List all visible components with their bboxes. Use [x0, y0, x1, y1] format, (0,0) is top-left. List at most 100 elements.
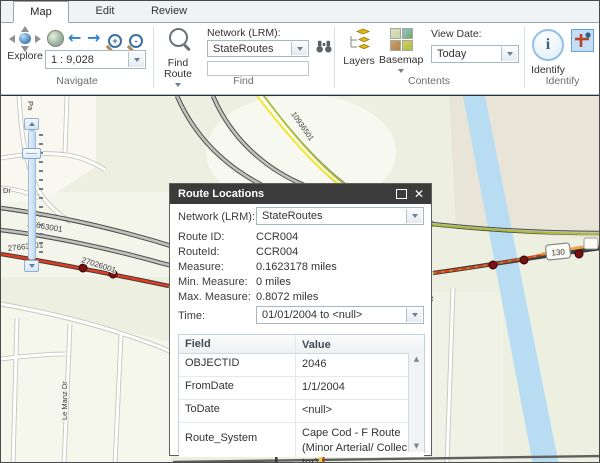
table-row[interactable]: ToDate <null> — [179, 400, 424, 423]
attributes-table: Field Value OBJECTID 2046 FromDate 1/1/2… — [178, 334, 425, 453]
zoom-slider-up-button[interactable] — [24, 118, 39, 130]
layers-button[interactable]: Layers — [341, 28, 377, 67]
route-id-label: Route ID: — [178, 231, 224, 243]
route-location-icon — [572, 30, 593, 51]
max-measure-label: Max. Measure: — [178, 291, 251, 303]
dialog-network-dropdown[interactable]: StateRoutes — [256, 207, 424, 225]
measure-value: 0.1623178 miles — [256, 261, 337, 273]
route-id-value: CCR004 — [256, 231, 298, 243]
globe-icon — [47, 30, 64, 47]
tab-edit[interactable]: Edit — [77, 1, 133, 22]
street-label: Pa — [26, 101, 35, 111]
route-shield-label: 130 — [551, 247, 566, 257]
ribbon: Explore ← → + - 1 : 9,028 Navigate Find … — [1, 23, 599, 95]
view-date-dropdown-button[interactable] — [501, 47, 517, 61]
street-label: Le Manz Dr — [60, 381, 69, 420]
basemap-button[interactable]: Basemap — [379, 28, 423, 73]
navigate-group-label: Navigate — [1, 75, 153, 89]
network-dropdown-button[interactable] — [291, 42, 307, 55]
chevron-down-icon — [412, 313, 418, 317]
min-measure-value: 0 miles — [256, 276, 291, 288]
find-route-input[interactable] — [207, 61, 309, 76]
time-dropdown[interactable]: 01/01/2004 to <null> — [256, 306, 424, 324]
routeid-value: CCR004 — [256, 246, 298, 258]
scroll-down-icon[interactable]: ▼ — [409, 442, 424, 450]
view-date-dropdown[interactable]: Today — [431, 45, 519, 63]
field-cell: ToDate — [179, 400, 296, 422]
table-row[interactable]: FromDate 1/1/2004 — [179, 377, 424, 400]
zoom-in-icon: + — [108, 34, 122, 48]
min-measure-label: Min. Measure: — [178, 276, 248, 288]
routeid-label: RouteId: — [178, 246, 220, 258]
maximize-icon[interactable] — [396, 189, 407, 199]
route-shield: 130 — [545, 243, 570, 260]
tab-map[interactable]: Map — [13, 1, 69, 23]
street-label: Dr — [3, 186, 11, 195]
value-cell: <null> — [296, 400, 409, 422]
event-editor-window: Map Edit Review Explore ← → + - 1 : 9,02… — [0, 0, 600, 463]
time-value: 01/01/2004 to <null> — [262, 307, 362, 323]
chevron-down-icon — [29, 264, 35, 268]
contents-group-label: Contents — [334, 75, 524, 89]
search-binoculars-button[interactable] — [315, 38, 333, 61]
dialog-network-dropdown-button[interactable] — [406, 209, 422, 223]
time-label: Time: — [178, 310, 205, 322]
layers-label: Layers — [341, 56, 377, 67]
find-group-label: Find — [153, 75, 334, 89]
identify-group-label: Identify — [524, 75, 600, 89]
binoculars-icon — [315, 38, 333, 56]
max-measure-value: 0.8072 miles — [256, 291, 318, 303]
scale-value: 1 : 9,028 — [51, 51, 94, 68]
full-extent-button[interactable] — [47, 30, 64, 52]
value-cell: 1/1/2004 — [296, 377, 409, 399]
identify-icon: i — [532, 29, 564, 61]
chevron-down-icon — [398, 69, 404, 73]
basemap-icon — [390, 28, 413, 51]
zoom-slider-handle[interactable] — [22, 148, 41, 159]
explore-button[interactable]: Explore — [5, 27, 45, 62]
time-dropdown-button[interactable] — [406, 308, 422, 322]
network-lrm-dropdown[interactable]: StateRoutes — [207, 40, 309, 57]
basemap-label: Basemap — [379, 55, 423, 66]
zoom-slider-down-button[interactable] — [24, 260, 39, 272]
ribbon-tab-bar: Map Edit Review — [1, 1, 599, 23]
identify-button[interactable]: i Identify — [529, 29, 567, 76]
table-scrollbar[interactable]: ▲ ▼ — [408, 353, 424, 452]
tab-review[interactable]: Review — [141, 1, 197, 22]
chevron-down-icon — [134, 58, 140, 62]
scroll-up-icon[interactable]: ▲ — [409, 355, 424, 363]
network-lrm-value: StateRoutes — [213, 41, 274, 56]
chevron-down-icon — [507, 52, 513, 56]
layers-icon — [347, 28, 372, 51]
identify-route-location-tool-selected[interactable] — [571, 29, 594, 52]
dialog-network-value: StateRoutes — [262, 208, 323, 224]
network-lrm-label: Network (LRM): — [207, 27, 281, 39]
find-route-icon — [169, 28, 188, 47]
value-cell: 2046 — [296, 354, 409, 376]
view-date-value: Today — [437, 46, 466, 62]
route-shield-blank — [584, 238, 598, 249]
close-icon[interactable]: ✕ — [414, 184, 424, 204]
scale-combobox[interactable]: 1 : 9,028 — [45, 50, 146, 69]
next-extent-button[interactable]: → — [87, 30, 100, 46]
table-row[interactable]: OBJECTID 2046 — [179, 354, 424, 377]
field-cell: FromDate — [179, 377, 296, 399]
field-column-header: Field — [179, 335, 296, 353]
previous-extent-button[interactable]: ← — [68, 30, 81, 46]
dialog-network-label: Network (LRM): — [178, 211, 255, 223]
table-row[interactable]: Route_System Cape Cod - F Route (Minor A… — [179, 423, 424, 457]
zoom-in-button[interactable]: + — [108, 31, 122, 49]
value-cell: Cape Cod - F Route (Minor Arterial/ Coll… — [296, 423, 409, 457]
table-header: Field Value — [179, 335, 424, 354]
chevron-down-icon — [412, 214, 418, 218]
chevron-down-icon — [297, 47, 303, 51]
value-column-header: Value — [296, 335, 409, 353]
dialog-title-bar[interactable]: Route Locations ✕ — [170, 184, 431, 204]
dialog-title: Route Locations — [178, 188, 264, 200]
route-locations-dialog: Route Locations ✕ Network (LRM): StateRo… — [169, 183, 432, 456]
zoom-out-button[interactable]: - — [129, 31, 143, 49]
explore-label: Explore — [5, 51, 45, 62]
view-date-label: View Date: — [431, 28, 482, 40]
scale-dropdown-button[interactable] — [128, 52, 144, 67]
zoom-out-icon: - — [129, 34, 143, 48]
